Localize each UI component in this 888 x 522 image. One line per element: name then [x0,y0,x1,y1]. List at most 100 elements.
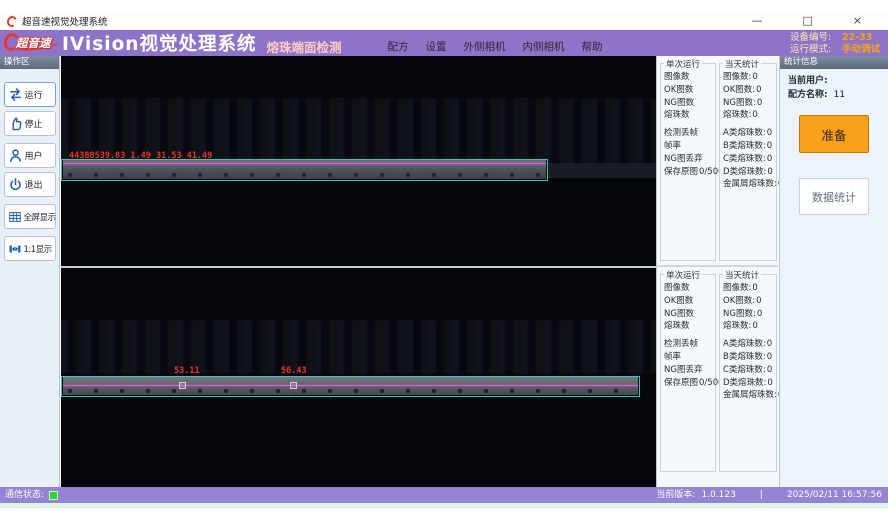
stat-row: C类熔珠数:0 [723,153,776,166]
single-run-rows: 图像数OK图数NG图数熔珠数检测丢帧帧率NG图丢弃保存原图0/500 [661,64,715,178]
single-run-group: 单次运行 图像数OK图数NG图数熔珠数检测丢帧帧率NG图丢弃保存原图0/500 [660,274,716,472]
stat-row: OK图数 [664,84,715,97]
fullscreen-button[interactable]: 全屏显示 [4,204,56,229]
desktop-strip [0,503,888,509]
stat-row: A类熔珠数:0 [723,338,776,351]
stat-label: 金属屑熔珠数: [723,390,777,400]
stat-label: 帧率 [664,352,681,362]
stat-row: OK图数:0 [723,84,776,97]
stat-row: D类熔珠数:0 [723,377,776,390]
prepare-button[interactable]: 准备 [799,115,869,153]
strip-continuation [548,163,656,178]
stat-label: 熔珠数 [664,321,690,331]
status-separator: | [760,487,763,503]
today-stats-group: 当天统计 图像数:0OK图数:0NG图数:0熔珠数:0A类熔珠数:0B类熔珠数:… [719,63,777,261]
stat-label: OK图数 [664,85,693,95]
one-to-one-icon [8,242,22,256]
stat-value: 0 [767,141,772,151]
stat-value: 0 [767,365,772,375]
run-button-label: 运行 [25,88,43,101]
stat-label: D类熔珠数: [723,378,766,388]
stat-label: C类熔珠数: [723,365,766,375]
stat-label: 帧率 [664,141,681,151]
detection-roi-box [61,376,640,397]
defect-marker [290,382,297,389]
today-stats-rows: 图像数:0OK图数:0NG图数:0熔珠数:0A类熔珠数:0B类熔珠数:0C类熔珠… [720,275,776,402]
stat-row: 熔珠数:0 [723,109,776,122]
stat-value: 0 [767,167,772,177]
stat-row: 熔珠数:0 [723,320,776,333]
detection-line [63,385,638,386]
single-run-title: 单次运行 [664,58,702,70]
defect-marker [179,382,186,389]
window-title: 超音速视觉处理系统 [22,14,108,28]
stat-row: 帧率 [664,140,715,153]
stop-button-label: 停止 [25,117,43,130]
stat-value: 0 [752,321,757,331]
stat-label: 图像数: [723,283,751,293]
minimize-button[interactable]: — [751,12,762,30]
menu-item[interactable]: 帮助 [581,39,602,54]
stat-label: 检测丢帧 [664,128,698,138]
stat-label: OK图数: [723,296,755,306]
stat-value: 0 [752,110,757,120]
datetime: 2025/02/11 16:57:56 [787,487,882,503]
run-button[interactable]: 运行 [4,82,56,107]
stat-label: NG图数: [723,98,756,108]
detection-roi-box [61,159,548,181]
image-noise-texture [61,320,656,374]
stop-hand-icon [8,116,23,131]
camera-view-bottom: 53.11 56.43 [61,268,656,487]
stat-value: 0 [756,85,761,95]
status-bar: 通信状态: 当前版本: 1.0.123 | 2025/02/11 16:57:5… [0,487,888,503]
stat-label: B类熔珠数: [723,352,766,362]
stat-label: D类熔珠数: [723,167,766,177]
stat-value: 0 [767,154,772,164]
stat-value: 0 [767,378,772,388]
stat-label: A类熔珠数: [723,339,766,349]
stat-row: NG图数 [664,97,715,110]
recipe-name-label: 配方名称: [788,88,828,102]
stat-row: NG图数:0 [723,308,776,321]
single-run-group: 单次运行 图像数OK图数NG图数熔珠数检测丢帧帧率NG图丢弃保存原图0/500 [660,63,716,261]
close-button[interactable]: × [853,12,862,30]
stat-value: 0 [757,98,762,108]
camera-view-top: 44388539.83 1.49 31.53 41.49 [61,56,656,266]
stat-row: 保存原图0/500 [664,377,715,390]
device-number-value: 22-33 [842,32,872,44]
stat-label: 保存原图 [664,378,698,388]
current-user-label: 当前用户: [788,74,828,88]
fullscreen-button-label: 全屏显示 [24,211,56,223]
stat-label: 图像数 [664,283,690,293]
menu-item[interactable]: 内侧相机 [522,39,564,54]
data-statistics-button[interactable]: 数据统计 [799,178,869,215]
app-subtitle: 熔珠端面检测 [266,37,341,56]
bead-dots-texture [63,388,638,394]
stat-value: 0 [767,352,772,362]
stat-label: NG图丢弃 [664,365,702,375]
exit-button[interactable]: 退出 [4,172,56,197]
stat-row: 金属屑熔珠数:0 [723,178,776,191]
comm-status-label: 通信状态: [5,487,44,503]
today-stats-rows: 图像数:0OK图数:0NG图数:0熔珠数:0A类熔珠数:0B类熔珠数:0C类熔珠… [720,64,776,191]
stat-label: A类熔珠数: [723,128,766,138]
app-window: 超音速视觉处理系统 — □ × 超音速 IVision视觉处理系统 熔珠端面检测… [0,0,888,522]
stat-row: 图像数:0 [723,282,776,295]
maximize-button[interactable]: □ [802,12,812,30]
menu-item[interactable]: 配方 [387,39,408,54]
comm-status-indicator [49,491,58,500]
stat-row: B类熔珠数:0 [723,351,776,364]
one-to-one-button[interactable]: 1:1显示 [4,236,56,261]
stat-row: 金属屑熔珠数:0 [723,389,776,402]
stop-button[interactable]: 停止 [4,111,56,136]
stat-value: 0 [767,339,772,349]
user-button[interactable]: 用户 [4,143,56,168]
menu-item[interactable]: 外侧相机 [463,39,505,54]
stat-label: 熔珠数 [664,110,690,120]
menu-item[interactable]: 设置 [425,39,446,54]
stat-row: NG图丢弃 [664,364,715,377]
exit-button-label: 退出 [25,178,43,191]
device-info: 设备编号: 22-33 运行模式: 手动调试 [790,32,880,56]
brand-logo: 超音速 [3,31,59,55]
stat-value: 0 [756,296,761,306]
